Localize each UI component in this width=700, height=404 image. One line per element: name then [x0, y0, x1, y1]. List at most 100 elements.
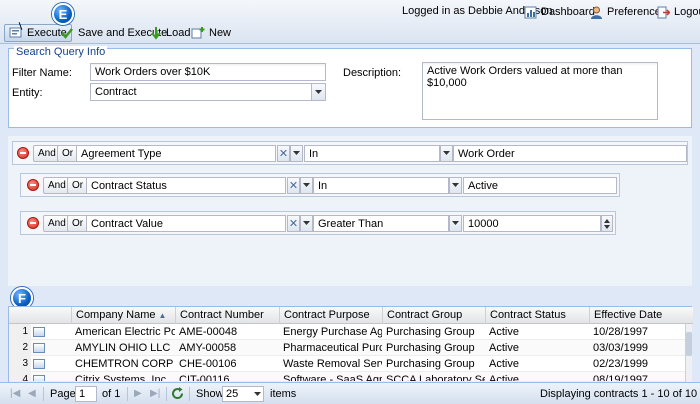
- remove-icon[interactable]: [17, 147, 29, 159]
- page-count: of 1: [102, 388, 121, 400]
- row-number: 4: [9, 372, 31, 381]
- search-query-info-legend: Search Query Info: [14, 46, 108, 58]
- logout-link[interactable]: Logout: [657, 4, 700, 20]
- criteria-row: And Or Contract Status ✕ In Active: [20, 173, 620, 197]
- cell-status: Active: [489, 358, 519, 370]
- new-label: New: [209, 27, 232, 39]
- new-button[interactable]: New: [191, 25, 231, 41]
- entity-value: Contract: [95, 86, 137, 98]
- or-button[interactable]: Or: [57, 145, 79, 162]
- dashboard-icon: [524, 6, 537, 19]
- criteria-row: And Or Contract Value ✕ Greater Than 100…: [20, 211, 616, 235]
- logout-icon: [657, 6, 670, 19]
- scrollbar-thumb[interactable]: [686, 332, 692, 356]
- number-spinner[interactable]: [601, 215, 613, 232]
- row-number: 3: [9, 356, 31, 372]
- previous-page-icon[interactable]: ◀: [28, 388, 36, 399]
- cell-date: 02/23/1999: [593, 358, 649, 370]
- column-header-contract-purpose[interactable]: Contract Purpose: [279, 307, 382, 324]
- next-page-icon[interactable]: ▶: [134, 388, 142, 399]
- entity-select[interactable]: Contract: [90, 83, 326, 101]
- cell-date: 03/03/1999: [593, 342, 649, 354]
- clear-icon[interactable]: ✕: [287, 177, 300, 194]
- dashboard-link[interactable]: Dashboard: [524, 4, 595, 20]
- grid-scrollbar[interactable]: [685, 324, 692, 382]
- row-number: 2: [9, 340, 31, 356]
- chevron-down-icon[interactable]: [440, 145, 453, 162]
- entity-label: Entity:: [12, 87, 43, 99]
- clear-icon[interactable]: ✕: [287, 215, 300, 232]
- remove-icon[interactable]: [27, 179, 39, 191]
- spin-up-icon: [604, 218, 610, 223]
- cell-purpose: Software - SaaS Agree...: [283, 374, 382, 382]
- grid-header: Company Name ▲ Contract Number Contract …: [9, 307, 693, 324]
- or-button[interactable]: Or: [67, 215, 89, 232]
- cell-status: Active: [489, 326, 519, 338]
- cell-group: SCCA Laboratory Servic...: [386, 374, 485, 382]
- cell-number: AME-00048: [179, 326, 238, 338]
- row-detail-icon[interactable]: [33, 343, 45, 353]
- operator-select[interactable]: In: [313, 177, 449, 194]
- row-detail-icon[interactable]: [33, 375, 45, 381]
- clear-icon[interactable]: ✕: [277, 145, 290, 162]
- user-icon: [590, 6, 603, 19]
- chevron-down-icon[interactable]: [300, 177, 313, 194]
- chevron-down-icon[interactable]: [300, 215, 313, 232]
- remove-icon[interactable]: [27, 217, 39, 229]
- cell-number: CIT-00116: [179, 374, 230, 382]
- field-select[interactable]: Contract Value: [86, 215, 286, 232]
- first-page-icon[interactable]: |◀: [10, 388, 20, 399]
- chevron-down-icon[interactable]: [449, 177, 462, 194]
- load-button[interactable]: Load: [150, 25, 190, 41]
- cell-group: Purchasing Group: [386, 326, 475, 338]
- dashboard-label: Dashboard: [541, 6, 595, 18]
- row-detail-icon[interactable]: [33, 359, 45, 369]
- table-row[interactable]: 1 American Electric Powe... AME-00048 En…: [9, 324, 685, 340]
- show-label: Show: [196, 388, 224, 400]
- filter-name-input[interactable]: Work Orders over $10K: [90, 63, 326, 81]
- sort-ascending-icon: ▲: [158, 311, 167, 320]
- chevron-down-icon[interactable]: [311, 84, 325, 100]
- description-textarea[interactable]: Active Work Orders valued at more than $…: [422, 62, 658, 120]
- chevron-down-icon[interactable]: [253, 388, 262, 404]
- cell-company: CHEMTRON CORP: [75, 358, 174, 370]
- value-input[interactable]: Active: [463, 177, 617, 194]
- items-label: items: [270, 388, 297, 400]
- operator-select[interactable]: Greater Than: [313, 215, 449, 232]
- table-row[interactable]: 4 Citrix Systems, Inc. CIT-00116 Softwar…: [9, 372, 685, 382]
- cell-status: Active: [489, 374, 519, 382]
- last-page-icon[interactable]: ▶|: [150, 388, 160, 399]
- row-number: 1: [9, 324, 31, 340]
- paging-toolbar: |◀ ◀ Page 1 of 1 ▶ ▶| Show 25 items Disp…: [0, 382, 700, 404]
- value-input[interactable]: Work Order: [453, 145, 687, 162]
- cell-company: AMYLIN OHIO LLC: [75, 342, 171, 354]
- load-label: Load: [166, 27, 191, 39]
- field-select[interactable]: Contract Status: [86, 177, 286, 194]
- column-header-contract-number[interactable]: Contract Number: [175, 307, 279, 324]
- preferences-link[interactable]: Preferences: [590, 4, 666, 20]
- separator: [189, 387, 190, 401]
- cell-status: Active: [489, 342, 519, 354]
- page-number-input[interactable]: 1: [75, 386, 97, 402]
- cell-company: American Electric Powe...: [75, 326, 175, 338]
- field-select[interactable]: Agreement Type: [76, 145, 276, 162]
- table-row[interactable]: 2 AMYLIN OHIO LLC AMY-00058 Pharmaceutic…: [9, 340, 685, 356]
- column-header-effective-date[interactable]: Effective Date: [589, 307, 685, 324]
- criteria-row: And Or Agreement Type ✕ In Work Order: [12, 141, 688, 165]
- chevron-down-icon[interactable]: [449, 215, 462, 232]
- page-size-select[interactable]: 25: [222, 386, 264, 402]
- or-button[interactable]: Or: [67, 177, 89, 194]
- page-label: Page: [50, 388, 76, 400]
- operator-select[interactable]: In: [304, 145, 440, 162]
- column-header-company-name[interactable]: Company Name ▲: [71, 307, 175, 324]
- column-header-contract-group[interactable]: Contract Group: [382, 307, 485, 324]
- cell-number: CHE-00106: [179, 358, 237, 370]
- value-input[interactable]: 10000: [463, 215, 601, 232]
- table-row[interactable]: 3 CHEMTRON CORP CHE-00106 Waste Removal …: [9, 356, 685, 372]
- description-label: Description:: [343, 67, 402, 79]
- chevron-down-icon[interactable]: [290, 145, 303, 162]
- column-header-contract-status[interactable]: Contract Status: [485, 307, 589, 324]
- filter-name-label: Filter Name:: [12, 67, 72, 79]
- refresh-icon[interactable]: [170, 386, 185, 404]
- row-detail-icon[interactable]: [33, 327, 45, 337]
